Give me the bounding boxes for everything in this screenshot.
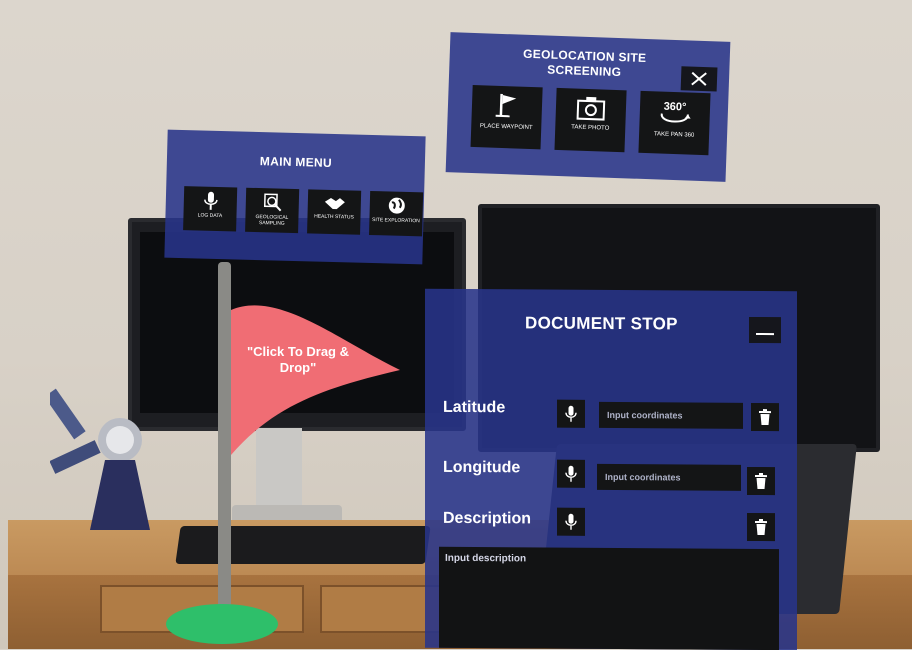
geolocation-panel: GEOLOCATION SITE SCREENING PLACE WAYPOIN… [445, 32, 731, 182]
close-icon [691, 71, 707, 86]
microphone-icon [203, 191, 218, 210]
latitude-input[interactable]: Input coordinates [599, 401, 743, 429]
description-input[interactable]: Input description [439, 546, 779, 650]
main-menu-title: MAIN MENU [259, 154, 333, 170]
rotate-360-icon: 360° [660, 101, 691, 123]
site-exploration-label: SITE EXPLORATION [371, 217, 420, 225]
trash-icon [755, 473, 767, 490]
take-pan-360-label: TAKE PAN 360 [653, 131, 695, 139]
health-status-button[interactable]: HEALTH STATUS [307, 189, 362, 235]
latitude-mic-button[interactable] [557, 399, 585, 428]
place-waypoint-label: PLACE WAYPOINT [479, 123, 533, 132]
take-pan-360-button[interactable]: 360° TAKE PAN 360 [638, 90, 711, 156]
longitude-clear-button[interactable] [747, 466, 775, 496]
flag-drag-label: "Click To Drag & Drop" [247, 344, 349, 375]
health-status-label: HEALTH STATUS [314, 213, 354, 221]
take-photo-button[interactable]: TAKE PHOTO [554, 87, 627, 153]
log-data-button[interactable]: LOG DATA [183, 186, 238, 232]
satellite-figurine [50, 388, 150, 530]
main-menu-panel: MAIN MENU LOG DATA GEOLOGICAL SAMPLING H… [164, 129, 426, 265]
site-exploration-button[interactable]: SITE EXPLORATION [369, 190, 424, 237]
globe-icon [388, 197, 405, 214]
geological-sampling-button[interactable]: GEOLOGICAL SAMPLING [245, 187, 300, 234]
latitude-clear-button[interactable] [751, 402, 779, 432]
microphone-icon [565, 513, 577, 530]
document-stop-title: DOCUMENT STOP [525, 313, 678, 334]
description-clear-button[interactable] [747, 512, 775, 542]
longitude-mic-button[interactable] [557, 459, 585, 488]
keyboard [175, 526, 431, 564]
handshake-icon [324, 197, 345, 210]
description-label: Description [443, 509, 532, 528]
flag-icon [495, 93, 517, 118]
longitude-label: Longitude [443, 458, 521, 477]
latitude-label: Latitude [443, 398, 506, 417]
place-waypoint-button[interactable]: PLACE WAYPOINT [470, 84, 543, 150]
magnifier-icon [263, 193, 281, 212]
close-button[interactable] [680, 66, 718, 92]
longitude-input[interactable]: Input coordinates [597, 463, 741, 491]
geolocation-title: GEOLOCATION SITE SCREENING [522, 46, 647, 80]
camera-icon [576, 96, 606, 121]
trash-icon [755, 519, 767, 536]
microphone-icon [565, 405, 577, 422]
minimize-button[interactable] [749, 316, 781, 344]
trash-icon [759, 409, 771, 426]
microphone-icon [565, 465, 577, 482]
take-photo-label: TAKE PHOTO [571, 124, 610, 132]
pan-360-badge: 360° [663, 101, 686, 114]
geological-sampling-label: GEOLOGICAL SAMPLING [255, 213, 289, 227]
document-stop-panel: DOCUMENT STOP Latitude Input coordinates… [425, 288, 797, 650]
description-mic-button[interactable] [557, 507, 585, 536]
log-data-label: LOG DATA [197, 212, 223, 220]
flag-base[interactable] [166, 604, 278, 644]
